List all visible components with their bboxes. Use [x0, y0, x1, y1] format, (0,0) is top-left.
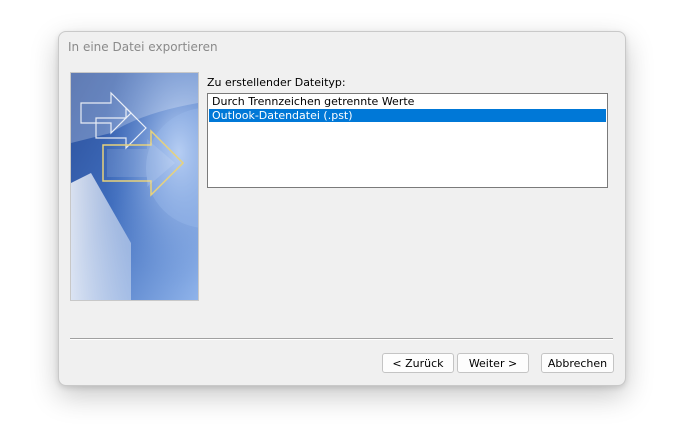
file-type-listbox[interactable]: Durch Trennzeichen getrennte Werte Outlo… [207, 93, 608, 188]
back-button[interactable]: < Zurück [382, 353, 454, 373]
export-arrows-graphic-icon [70, 72, 199, 301]
file-type-label: Zu erstellender Dateityp: [207, 76, 346, 89]
dialog-title: In eine Datei exportieren [68, 40, 218, 54]
cancel-button[interactable]: Abbrechen [541, 353, 614, 373]
export-dialog: In eine Datei exportieren Zu erstellende… [58, 31, 626, 386]
separator [70, 338, 613, 340]
list-item-csv[interactable]: Durch Trennzeichen getrennte Werte [209, 95, 606, 108]
list-item-pst[interactable]: Outlook-Datendatei (.pst) [209, 109, 606, 122]
next-button[interactable]: Weiter > [457, 353, 529, 373]
